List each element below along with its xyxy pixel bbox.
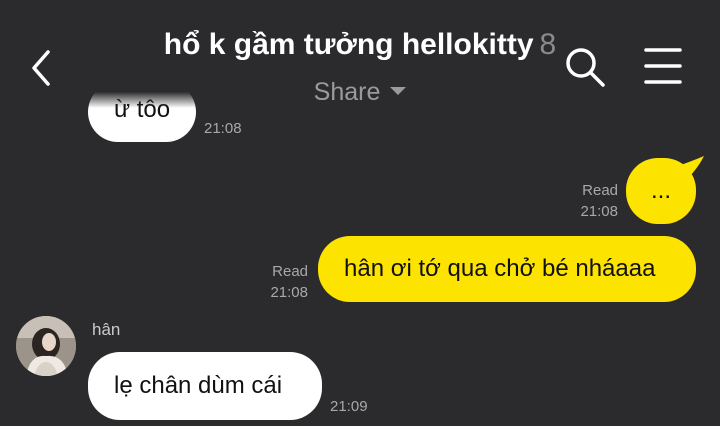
search-icon bbox=[566, 48, 605, 87]
member-count: 8 bbox=[539, 28, 557, 61]
chevron-left-icon bbox=[32, 50, 50, 86]
message-time: 21:09 bbox=[330, 398, 368, 415]
message-time: 21:08 bbox=[270, 284, 308, 301]
message-text: lẹ chân dùm cái bbox=[114, 372, 283, 399]
message-meta: Read 21:08 bbox=[560, 180, 618, 222]
chat-title-overlay: hổ k gầm tưởng hellokitty 8 bbox=[0, 28, 720, 62]
search-button-overlay bbox=[562, 44, 608, 90]
message-text: ... bbox=[650, 177, 671, 204]
message-text: hân ơi tớ qua chở bé nháaaa bbox=[344, 255, 656, 282]
avatar[interactable] bbox=[16, 316, 76, 376]
profile-photo bbox=[16, 316, 76, 376]
bubble-tail bbox=[672, 156, 704, 178]
chat-title-text: hổ k gầm tưởng hellokitty bbox=[163, 28, 534, 61]
message-time: 21:08 bbox=[204, 120, 242, 137]
message-bubble-incoming[interactable]: lẹ chân dùm cái bbox=[88, 352, 322, 420]
share-label: Share bbox=[313, 78, 381, 106]
message-bubble-outgoing[interactable]: hân ơi tớ qua chở bé nháaaa bbox=[318, 236, 696, 302]
message-time: 21:08 bbox=[580, 203, 618, 220]
hamburger-menu-icon bbox=[644, 48, 682, 84]
read-status: Read bbox=[582, 182, 618, 199]
back-button-overlay bbox=[28, 48, 56, 88]
caret-down-icon bbox=[390, 87, 407, 96]
share-dropdown-overlay: Share bbox=[0, 78, 720, 107]
menu-button-overlay bbox=[644, 46, 682, 86]
message-meta: Read 21:08 bbox=[250, 261, 308, 303]
sender-name: hân bbox=[92, 320, 121, 339]
read-status: Read bbox=[272, 263, 308, 280]
